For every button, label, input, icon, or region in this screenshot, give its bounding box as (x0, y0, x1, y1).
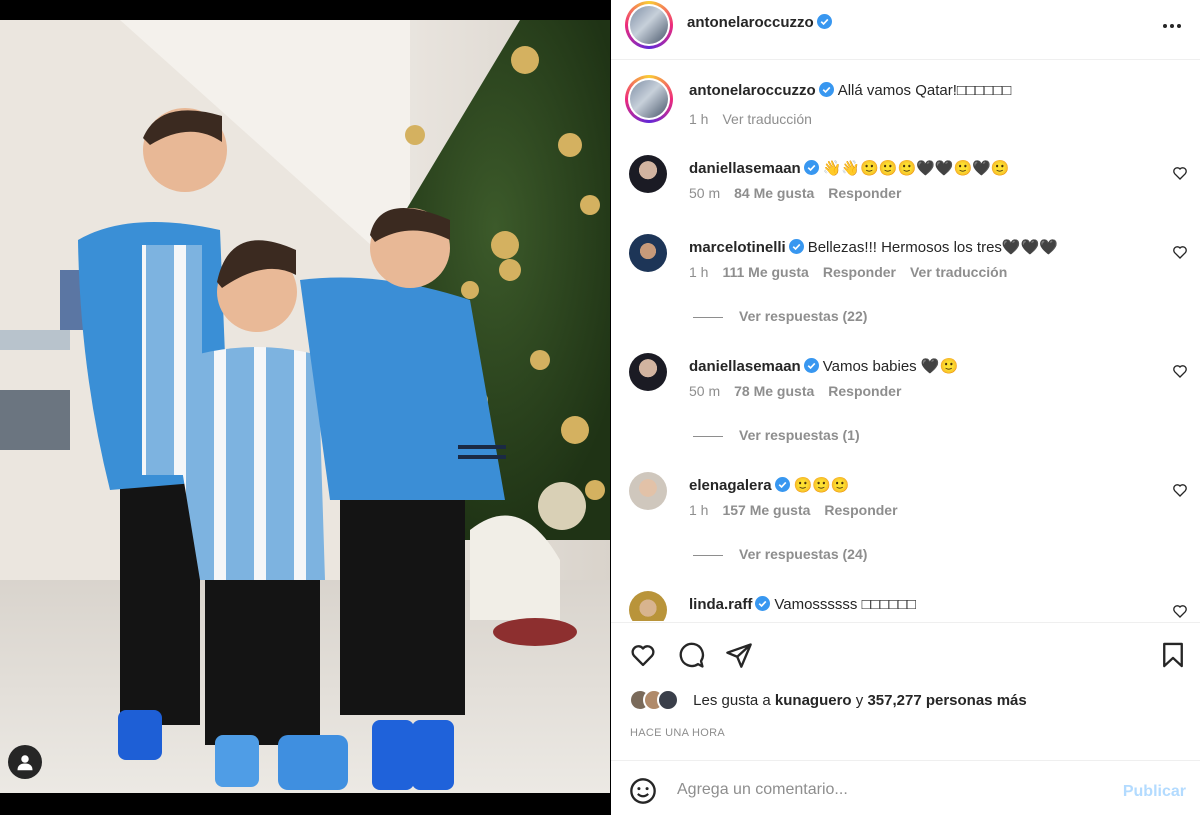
comment-reply-button[interactable]: Responder (823, 264, 896, 280)
comment-like-heart-icon[interactable] (1172, 603, 1188, 619)
likes-text: Les gusta a kunaguero y 357,277 personas… (693, 692, 1027, 709)
replies-divider (693, 316, 723, 318)
verified-icon (755, 596, 771, 611)
verified-icon (818, 82, 834, 97)
verified-icon (774, 477, 790, 492)
comments-list[interactable]: antonelaroccuzzo Allá vamos Qatar!□□□□□□ … (611, 61, 1200, 621)
post-header: antonelaroccuzzo (611, 0, 1200, 60)
caption-time: 1 h (689, 111, 709, 127)
view-replies-label: Ver respuestas (1) (739, 427, 860, 443)
comment-username[interactable]: linda.raff (689, 596, 752, 613)
comment-body: 🙂🙂🙂 (793, 477, 850, 494)
comment-icon[interactable] (677, 641, 705, 669)
comment-like-heart-icon[interactable] (1172, 244, 1188, 260)
comment-body: Vamossssss □□□□□□ (774, 596, 916, 613)
caption-username[interactable]: antonelaroccuzzo (689, 82, 816, 99)
comment-time: 1 h (689, 264, 709, 280)
likes-user[interactable]: kunaguero (775, 692, 852, 709)
post-actions: Les gusta a kunaguero y 357,277 personas… (611, 622, 1200, 760)
comment-username[interactable]: elenagalera (689, 477, 772, 494)
comment-text: daniellasemaan 👋👋🙂🙂🙂🖤🖤🙂🖤🙂 (689, 159, 1010, 179)
replies-divider (693, 435, 723, 437)
comment-time: 50 m (689, 185, 721, 201)
comment-time: 50 m (689, 383, 721, 399)
likes-count[interactable]: 357,277 personas más (867, 692, 1026, 709)
comment-reply-button[interactable]: Responder (828, 185, 901, 201)
likes-summary[interactable]: Les gusta a kunaguero y 357,277 personas… (629, 689, 1027, 715)
liker-avatar (657, 689, 679, 711)
emoji-icon[interactable] (629, 777, 657, 805)
comment-meta: 1 h 111 Me gusta Responder Ver traducción (689, 264, 1021, 280)
post-sidebar: antonelaroccuzzo antonelaroccuzzo Allá va… (611, 0, 1200, 815)
post-modal: antonelaroccuzzo antonelaroccuzzo Allá va… (0, 0, 1200, 815)
verified-icon (803, 358, 819, 373)
commenter-avatar[interactable] (629, 155, 667, 193)
author-avatar[interactable] (625, 1, 673, 49)
comment-username[interactable]: marcelotinelli (689, 239, 786, 256)
verified-icon (788, 239, 804, 254)
comment-reply-button[interactable]: Responder (828, 383, 901, 399)
comment-username[interactable]: daniellasemaan (689, 160, 801, 177)
comment-meta: 1 h 157 Me gusta Responder (689, 502, 912, 518)
publish-button[interactable]: Publicar (1123, 783, 1186, 801)
comment-text: daniellasemaan Vamos babies 🖤🙂 (689, 357, 958, 377)
view-replies-label: Ver respuestas (24) (739, 546, 868, 562)
user-tag-icon (17, 755, 33, 771)
comment-meta: 50 m 78 Me gusta Responder (689, 383, 915, 399)
commenter-avatar[interactable] (629, 234, 667, 272)
post-photo[interactable] (0, 20, 610, 793)
comment-body: Bellezas!!! Hermosos los tres🖤🖤🖤 (807, 239, 1058, 256)
comment-body: Vamos babies 🖤🙂 (822, 358, 959, 375)
comment-likes[interactable]: 111 Me gusta (722, 264, 808, 280)
author-username[interactable]: antonelaroccuzzo (687, 14, 814, 31)
bookmark-icon[interactable] (1159, 641, 1187, 669)
view-replies-button[interactable]: Ver respuestas (1) (693, 427, 860, 443)
more-options-button[interactable] (1160, 14, 1184, 38)
share-icon[interactable] (725, 641, 753, 669)
verified-icon (803, 160, 819, 175)
comment-username[interactable]: daniellasemaan (689, 358, 801, 375)
commenter-avatar[interactable] (629, 353, 667, 391)
comment-reply-button[interactable]: Responder (824, 502, 897, 518)
user-tag-button[interactable] (8, 745, 42, 779)
comment-text: elenagalera 🙂🙂🙂 (689, 476, 850, 496)
comment-like-heart-icon[interactable] (1172, 482, 1188, 498)
heart-icon[interactable] (629, 641, 657, 669)
comment-body: 👋👋🙂🙂🙂🖤🖤🙂🖤🙂 (822, 160, 1010, 177)
likes-connector: y (855, 691, 864, 709)
view-replies-button[interactable]: Ver respuestas (24) (693, 546, 867, 562)
comment-likes[interactable]: 78 Me gusta (734, 383, 814, 399)
caption-translate-link[interactable]: Ver traducción (722, 111, 812, 127)
likes-prefix: Les gusta a (693, 691, 771, 709)
more-icon (1163, 24, 1181, 28)
comment-likes[interactable]: 84 Me gusta (734, 185, 814, 201)
caption-text: antonelaroccuzzo Allá vamos Qatar!□□□□□□ (689, 81, 1011, 101)
caption-body: Allá vamos Qatar!□□□□□□ (837, 82, 1012, 99)
view-replies-label: Ver respuestas (22) (739, 308, 868, 324)
comment-text: marcelotinelli Bellezas!!! Hermosos los t… (689, 238, 1058, 258)
caption-avatar[interactable] (625, 75, 673, 123)
comment-input[interactable] (677, 775, 1107, 805)
comment-like-heart-icon[interactable] (1172, 363, 1188, 379)
replies-divider (693, 554, 723, 556)
view-replies-button[interactable]: Ver respuestas (22) (693, 308, 867, 324)
comment-composer: Publicar (611, 760, 1200, 815)
verified-icon (816, 14, 832, 29)
comment-likes[interactable]: 157 Me gusta (722, 502, 810, 518)
comment-like-heart-icon[interactable] (1172, 165, 1188, 181)
comment-translate-link[interactable]: Ver traducción (910, 264, 1007, 280)
commenter-avatar[interactable] (629, 591, 667, 621)
comment-meta: 50 m 84 Me gusta Responder (689, 185, 915, 201)
commenter-avatar[interactable] (629, 472, 667, 510)
caption-meta: 1 h Ver traducción (689, 111, 826, 127)
post-image (0, 20, 610, 793)
comment-text: linda.raff Vamossssss □□□□□□ (689, 595, 916, 615)
author-name-row: antonelaroccuzzo (687, 14, 832, 32)
post-timestamp[interactable]: HACE UNA HORA (630, 727, 725, 739)
comment-time: 1 h (689, 502, 709, 518)
